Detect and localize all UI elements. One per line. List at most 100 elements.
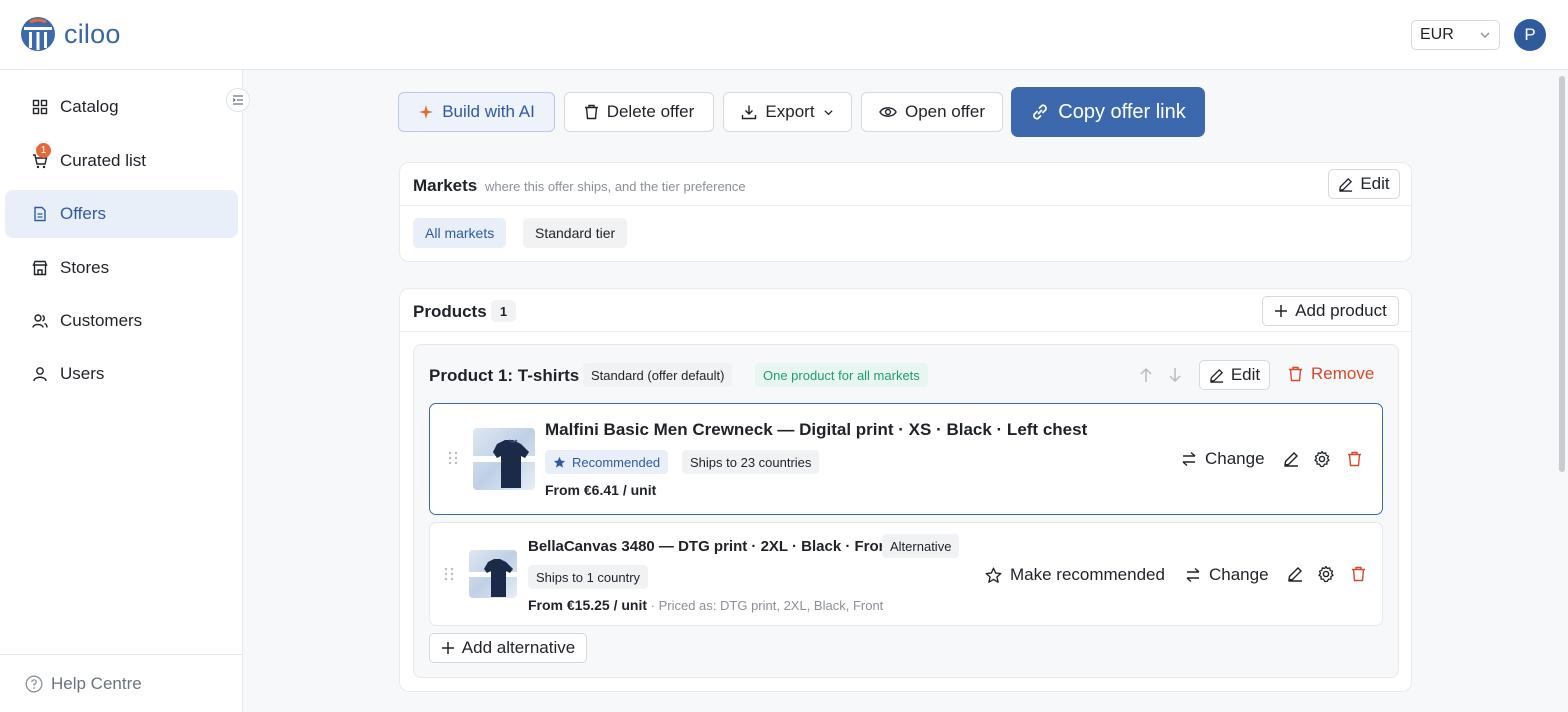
export-button[interactable]: Export [723, 92, 852, 132]
markets-tag: One product for all markets [755, 363, 928, 387]
change-label: Change [1209, 565, 1269, 584]
chip-standard-tier[interactable]: Standard tier [523, 218, 628, 248]
build-with-ai-button[interactable]: Build with AI [398, 92, 555, 132]
delete-option-button[interactable] [1347, 563, 1369, 585]
markets-card-header: Markets where this offer ships, and the … [400, 163, 1411, 206]
sidebar-item-users[interactable]: Users [5, 350, 238, 398]
gear-icon [1314, 450, 1330, 468]
sidebar-item-customers[interactable]: Customers [5, 297, 238, 345]
recommended-badge: Recommended [545, 450, 669, 474]
eye-icon [879, 107, 897, 117]
product-option-title: Malfini Basic Men Crewneck — Digital pri… [545, 420, 1088, 439]
markets-title: Markets [413, 176, 478, 195]
delete-offer-label: Delete offer [606, 102, 695, 121]
add-alternative-button[interactable]: Add alternative [429, 633, 587, 663]
ships-tag: Ships to 1 country [528, 565, 649, 589]
main-scrollbar[interactable] [1559, 76, 1565, 472]
products-title: Products [413, 302, 487, 321]
build-with-ai-label: Build with AI [442, 102, 535, 121]
copy-offer-link-label: Copy offer link [1058, 100, 1186, 123]
drag-handle-icon[interactable] [448, 451, 458, 465]
swap-icon [1186, 567, 1200, 583]
curated-count-badge: 1 [36, 143, 51, 158]
help-circle-icon [25, 675, 43, 693]
copy-offer-link-button[interactable]: Copy offer link [1011, 87, 1205, 137]
pencil-icon [1339, 177, 1353, 192]
product-thumbnail [473, 428, 535, 490]
add-product-button[interactable]: Add product [1262, 296, 1399, 326]
edit-product-label: Edit [1230, 365, 1261, 384]
gear-icon [1318, 565, 1334, 583]
download-icon [742, 105, 757, 120]
make-recommended-button[interactable]: Make recommended [985, 565, 1165, 585]
collapse-sidebar-button[interactable] [226, 88, 250, 112]
edit-option-button[interactable] [1280, 448, 1302, 470]
tshirt-image [469, 559, 517, 597]
markets-card: Markets where this offer ships, and the … [399, 162, 1412, 262]
sidebar: Catalog 1 Curated list Offers Stores Cus… [0, 70, 250, 712]
customers-icon [31, 312, 49, 330]
sidebar-item-curated-list[interactable]: 1 Curated list [5, 137, 238, 185]
move-down-button[interactable] [1164, 364, 1186, 386]
price-value: From €15.25 / unit [528, 597, 648, 613]
sidebar-item-label: Stores [60, 258, 110, 277]
pencil-icon [1284, 452, 1298, 467]
remove-product-button[interactable]: Remove [1288, 364, 1374, 384]
currency-select[interactable]: EUR [1411, 20, 1500, 50]
trash-icon [1289, 366, 1302, 382]
change-product-button[interactable]: Change [1181, 449, 1265, 469]
star-filled-icon [553, 456, 566, 468]
edit-product-button[interactable]: Edit [1199, 360, 1270, 390]
add-alternative-label: Add alternative [461, 638, 576, 657]
sidebar-item-offers[interactable]: Offers [5, 190, 238, 238]
sidebar-item-label: Customers [60, 311, 143, 330]
products-card-header: Products 1 Add product [400, 289, 1411, 332]
add-product-label: Add product [1295, 301, 1387, 320]
delete-option-button[interactable] [1343, 448, 1365, 470]
star-outline-icon [985, 567, 1002, 583]
ships-tag: Ships to 23 countries [682, 450, 820, 474]
option-settings-button[interactable] [1315, 563, 1337, 585]
change-label: Change [1205, 449, 1265, 468]
product-option-price: From €6.41 / unit [545, 482, 657, 498]
trash-icon [584, 104, 598, 120]
make-recommended-label: Make recommended [1010, 565, 1165, 584]
sidebar-item-label: Catalog [60, 97, 119, 116]
arrow-down-icon [1169, 368, 1181, 383]
product-option-title: BellaCanvas 3480 — DTG print · 2XL · Bla… [528, 538, 893, 555]
currency-value: EUR [1420, 26, 1454, 43]
logo[interactable]: ciloo [20, 16, 121, 52]
sidebar-item-stores[interactable]: Stores [5, 244, 238, 292]
price-note: · Priced as: DTG print, 2XL, Black, Fron… [647, 598, 884, 613]
chevron-down-icon [1480, 32, 1490, 38]
move-up-button[interactable] [1135, 364, 1157, 386]
collapse-icon [232, 95, 243, 105]
open-offer-button[interactable]: Open offer [861, 92, 1003, 132]
sparkle-icon [419, 105, 434, 119]
store-icon [31, 259, 49, 277]
avatar[interactable]: P [1514, 19, 1546, 51]
recommended-label: Recommended [572, 454, 661, 470]
help-centre-link[interactable]: Help Centre [0, 654, 242, 712]
open-offer-label: Open offer [904, 102, 986, 121]
arrow-up-icon [1140, 367, 1152, 382]
remove-product-label: Remove [1311, 364, 1375, 383]
change-product-button[interactable]: Change [1185, 565, 1269, 585]
products-count: 1 [491, 300, 516, 322]
tshirt-image [473, 439, 535, 488]
drag-handle-icon[interactable] [444, 567, 454, 581]
delete-offer-button[interactable]: Delete offer [564, 92, 714, 132]
plus-icon [1275, 305, 1288, 317]
link-icon [1033, 104, 1048, 120]
option-settings-button[interactable] [1311, 448, 1333, 470]
product-group-title: Product 1: T-shirts [429, 366, 580, 385]
sidebar-item-label: Users [60, 364, 105, 383]
chip-all-markets[interactable]: All markets [413, 218, 507, 248]
edit-markets-label: Edit [1360, 174, 1390, 193]
edit-markets-button[interactable]: Edit [1328, 169, 1400, 199]
pencil-icon [1288, 567, 1302, 582]
edit-option-button[interactable] [1284, 563, 1306, 585]
tier-tag: Standard (offer default) [583, 363, 733, 387]
chevron-down-icon [823, 109, 833, 115]
sidebar-item-catalog[interactable]: Catalog [5, 83, 238, 131]
